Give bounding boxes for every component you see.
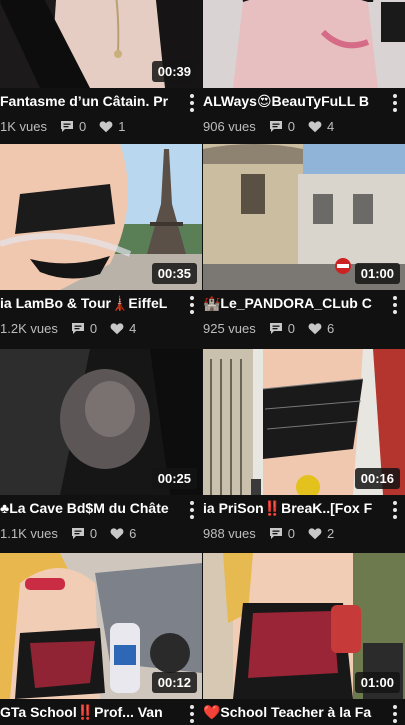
video-stats: 906 vues 0 4 (203, 118, 334, 134)
comment-icon (269, 322, 283, 335)
more-vert-icon[interactable] (389, 92, 401, 114)
more-vert-icon[interactable] (389, 703, 401, 725)
video-title[interactable]: ❤️School Teacher à la Fa (203, 704, 377, 721)
more-vert-icon[interactable] (186, 703, 198, 725)
duration-badge: 00:35 (151, 263, 197, 284)
video-title[interactable]: Fantasme d’un Câtain. Pr (0, 93, 174, 109)
more-vert-icon[interactable] (186, 499, 198, 521)
video-card[interactable]: 00:12 GTa School‼️Prof... Van (0, 553, 202, 723)
video-title[interactable]: ALWays😍BeauTyFuLL B (203, 93, 377, 110)
heart-icon (99, 120, 113, 133)
thumbnail-image (203, 0, 405, 88)
video-thumbnail[interactable]: 00:25 (0, 349, 202, 495)
like-count: 6 (327, 320, 335, 336)
comment-count: 0 (287, 118, 295, 134)
comment-icon (269, 527, 283, 540)
video-card[interactable]: 01:00 ❤️School Teacher à la Fa (203, 553, 405, 723)
like-count: 1 (118, 118, 126, 134)
duration-badge: 01:00 (354, 263, 400, 284)
video-title[interactable]: GTa School‼️Prof... Van (0, 704, 174, 721)
video-card[interactable]: 00:35 ia LamBo & Tour🗼EiffeL 1.2K vues 0… (0, 144, 202, 336)
comment-icon (71, 527, 85, 540)
comment-count: 0 (89, 320, 98, 336)
view-count: 1.1K vues (0, 525, 58, 541)
duration-badge: 00:25 (151, 468, 197, 489)
duration-badge: 00:16 (354, 468, 400, 489)
comment-count: 0 (287, 525, 295, 541)
more-vert-icon[interactable] (186, 92, 198, 114)
video-grid: 00:39 Fantasme d’un Câtain. Pr 1K vues 0… (0, 0, 405, 723)
more-vert-icon[interactable] (389, 294, 401, 316)
like-count: 2 (327, 525, 335, 541)
video-stats: 925 vues 0 6 (203, 320, 334, 336)
view-count: 1K vues (0, 118, 47, 134)
heart-icon (110, 527, 124, 540)
more-vert-icon[interactable] (186, 294, 198, 316)
video-thumbnail[interactable]: 00:16 (203, 349, 405, 495)
video-thumbnail[interactable]: 01:00 (203, 144, 405, 290)
like-count: 6 (129, 525, 137, 541)
view-count: 906 vues (203, 118, 256, 134)
video-title[interactable]: 🏰Le_PANDORA_CLub C (203, 295, 377, 312)
video-card[interactable]: 00:25 ♣La Cave Bd$M du Châte 1.1K vues 0… (0, 349, 202, 541)
video-thumbnail[interactable]: 01:00 (203, 553, 405, 699)
view-count: 925 vues (203, 320, 256, 336)
more-vert-icon[interactable] (389, 499, 401, 521)
video-thumbnail[interactable]: 00:12 (0, 553, 202, 699)
comment-count: 0 (89, 525, 98, 541)
comment-count: 0 (78, 118, 87, 134)
duration-badge: 00:12 (151, 672, 197, 693)
like-count: 4 (129, 320, 137, 336)
video-card[interactable]: ALWays😍BeauTyFuLL B 906 vues 0 4 (203, 0, 405, 134)
video-stats: 1K vues 0 1 (0, 118, 125, 134)
video-title[interactable]: ♣La Cave Bd$M du Châte (0, 500, 174, 516)
video-card[interactable]: 00:16 ia PriSon‼️BreaK..[Fox F 988 vues … (203, 349, 405, 541)
video-thumbnail[interactable]: 00:35 (0, 144, 202, 290)
video-title[interactable]: ia LamBo & Tour🗼EiffeL (0, 295, 174, 312)
video-card[interactable]: 01:00 🏰Le_PANDORA_CLub C 925 vues 0 6 (203, 144, 405, 336)
video-stats: 1.2K vues 0 4 (0, 320, 136, 336)
video-title[interactable]: ia PriSon‼️BreaK..[Fox F (203, 500, 377, 517)
duration-badge: 00:39 (151, 61, 197, 82)
view-count: 1.2K vues (0, 320, 58, 336)
duration-badge: 01:00 (354, 672, 400, 693)
video-stats: 1.1K vues 0 6 (0, 525, 136, 541)
like-count: 4 (327, 118, 335, 134)
comment-count: 0 (287, 320, 295, 336)
video-thumbnail[interactable]: 00:39 (0, 0, 202, 88)
video-thumbnail[interactable] (203, 0, 405, 88)
heart-icon (308, 120, 322, 133)
heart-icon (110, 322, 124, 335)
video-stats: 988 vues 0 2 (203, 525, 334, 541)
heart-icon (308, 322, 322, 335)
comment-icon (71, 322, 85, 335)
comment-icon (60, 120, 74, 133)
comment-icon (269, 120, 283, 133)
video-card[interactable]: 00:39 Fantasme d’un Câtain. Pr 1K vues 0… (0, 0, 202, 134)
heart-icon (308, 527, 322, 540)
view-count: 988 vues (203, 525, 256, 541)
